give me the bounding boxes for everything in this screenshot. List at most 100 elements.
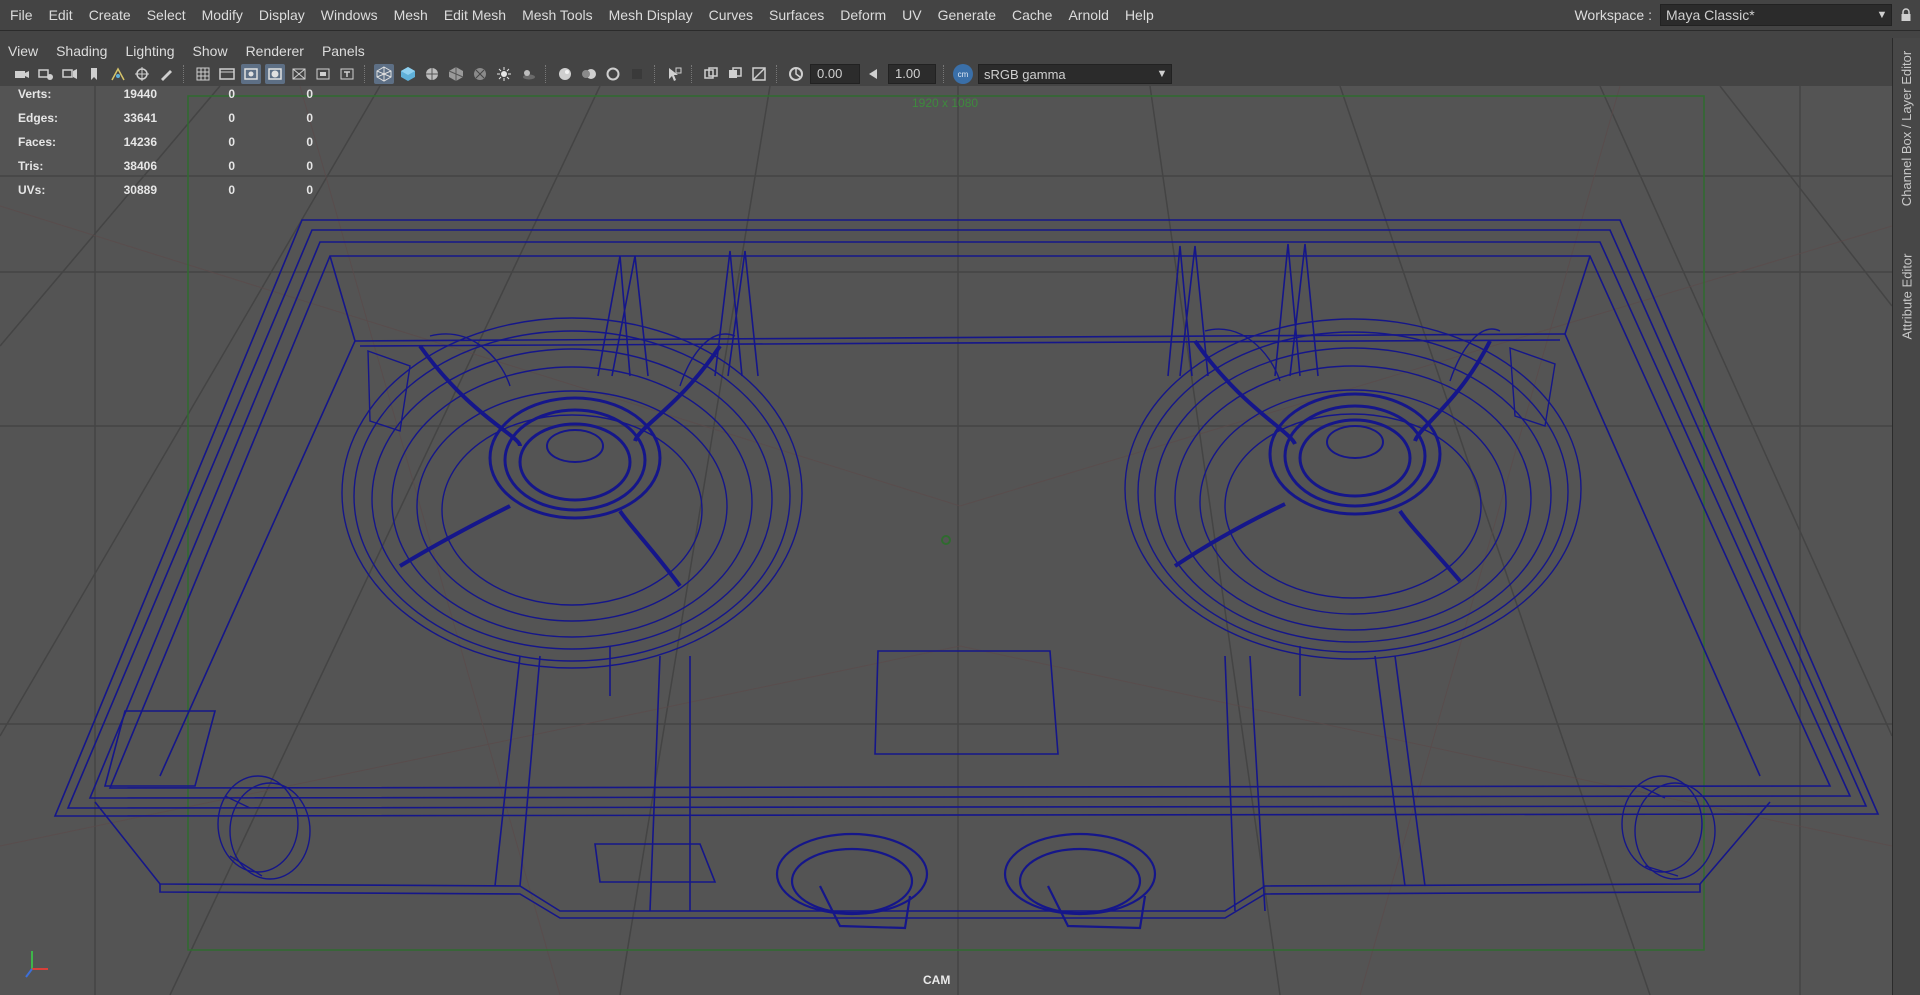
- exposure-field[interactable]: 0.00: [810, 64, 860, 84]
- hud-label: Faces:: [18, 135, 57, 149]
- menu-deform[interactable]: Deform: [832, 0, 894, 30]
- menu-surfaces[interactable]: Surfaces: [761, 0, 832, 30]
- gamma-field[interactable]: 1.00: [888, 64, 936, 84]
- menu-help[interactable]: Help: [1117, 0, 1162, 30]
- menu-create[interactable]: Create: [81, 0, 139, 30]
- exposure-icon[interactable]: [786, 64, 806, 84]
- chevron-down-icon: ▼: [1876, 9, 1888, 21]
- gamma-icon[interactable]: [864, 64, 884, 84]
- grid-icon[interactable]: [193, 64, 213, 84]
- depth-of-field-icon[interactable]: [627, 64, 647, 84]
- camera-icon[interactable]: [12, 64, 32, 84]
- 2d-pan-zoom-icon[interactable]: [132, 64, 152, 84]
- panel-menu-renderer[interactable]: Renderer: [237, 38, 313, 64]
- attribute-editor-tab[interactable]: Attribute Editor: [1893, 234, 1920, 358]
- hud-value-component: 0: [306, 135, 313, 149]
- toolbar-separator: [654, 65, 657, 83]
- bookmark-camera-icon[interactable]: [60, 64, 80, 84]
- main-menus: File Edit Create Select Modify Display W…: [0, 0, 1162, 30]
- knobs-wireframe: [217, 775, 1716, 930]
- toolbar-separator: [364, 65, 367, 83]
- workspace-label: Workspace :: [1574, 7, 1652, 23]
- lock-icon[interactable]: [1892, 0, 1920, 30]
- textured-icon[interactable]: [446, 64, 466, 84]
- hud-value-selected: 0: [228, 135, 235, 149]
- resolution-gate-icon[interactable]: [241, 64, 261, 84]
- perspective-viewport[interactable]: Verts: 19440 0 0 Edges: 33641 0 0 Faces:…: [0, 86, 1892, 995]
- motion-blur-icon[interactable]: [579, 64, 599, 84]
- isolate-select-icon[interactable]: [664, 64, 684, 84]
- menu-generate[interactable]: Generate: [930, 0, 1004, 30]
- xray-icon[interactable]: [701, 64, 721, 84]
- menu-cache[interactable]: Cache: [1004, 0, 1060, 30]
- menu-arnold[interactable]: Arnold: [1060, 0, 1116, 30]
- panel-menu-bar: View Shading Lighting Show Renderer Pane…: [0, 38, 1892, 64]
- gate-mask-icon[interactable]: [265, 64, 285, 84]
- grease-pencil-icon[interactable]: [156, 64, 176, 84]
- wireframe-icon[interactable]: [374, 64, 394, 84]
- menu-edit[interactable]: Edit: [41, 0, 81, 30]
- view-transform-value: sRGB gamma: [984, 66, 1066, 82]
- menu-mesh-display[interactable]: Mesh Display: [601, 0, 701, 30]
- menu-curves[interactable]: Curves: [701, 0, 761, 30]
- right-side-tabs: Channel Box / Layer Editor Attribute Edi…: [1892, 38, 1920, 995]
- field-chart-icon[interactable]: [289, 64, 309, 84]
- menu-display[interactable]: Display: [251, 0, 313, 30]
- toolbar-separator: [691, 65, 694, 83]
- hud-value-object: 19440: [123, 87, 157, 101]
- left-burner-wireframe: [341, 317, 803, 669]
- menu-uv[interactable]: UV: [894, 0, 929, 30]
- hud-value-object: 38406: [123, 159, 157, 173]
- xray-joints-icon[interactable]: [725, 64, 745, 84]
- pivot-marker: [941, 535, 951, 545]
- wireframe-on-shaded-icon[interactable]: [422, 64, 442, 84]
- hud-value-selected: 0: [228, 111, 235, 125]
- hud-label: UVs:: [18, 183, 46, 197]
- image-plane-icon[interactable]: [108, 64, 128, 84]
- workspace-value: Maya Classic*: [1666, 7, 1755, 23]
- use-all-lights-icon[interactable]: [470, 64, 490, 84]
- film-gate-icon[interactable]: [217, 64, 237, 84]
- menu-edit-mesh[interactable]: Edit Mesh: [436, 0, 514, 30]
- menu-windows[interactable]: Windows: [313, 0, 386, 30]
- panel-menu-lighting[interactable]: Lighting: [116, 38, 183, 64]
- workspace-dropdown[interactable]: Maya Classic* ▼: [1660, 4, 1892, 26]
- safe-action-icon[interactable]: [313, 64, 333, 84]
- channel-box-tab[interactable]: Channel Box / Layer Editor: [1893, 38, 1920, 218]
- hud-value-object: 30889: [123, 183, 157, 197]
- menu-modify[interactable]: Modify: [194, 0, 251, 30]
- safe-title-icon[interactable]: [337, 64, 357, 84]
- resolution-gate: [187, 95, 1705, 951]
- faint-grid-diagonals: [0, 86, 1892, 995]
- hud-value-selected: 0: [228, 159, 235, 173]
- panel-menu-show[interactable]: Show: [184, 38, 237, 64]
- color-management-icon[interactable]: cm: [953, 64, 973, 84]
- hud-value-object: 33641: [123, 111, 157, 125]
- attribute-editor-tab-label: Attribute Editor: [1899, 253, 1915, 339]
- hud-value-object: 14236: [123, 135, 157, 149]
- wireframe-scene[interactable]: [0, 86, 1892, 995]
- panel-menu-shading[interactable]: Shading: [47, 38, 116, 64]
- multisample-aa-icon[interactable]: [603, 64, 623, 84]
- menu-mesh[interactable]: Mesh: [386, 0, 436, 30]
- light-icon[interactable]: [494, 64, 514, 84]
- toolbar-separator: [545, 65, 548, 83]
- hud-value-component: 0: [306, 183, 313, 197]
- panel-menu-view[interactable]: View: [0, 38, 47, 64]
- screen-space-ao-icon[interactable]: [555, 64, 575, 84]
- hud-value-selected: 0: [228, 87, 235, 101]
- hud-label: Verts:: [18, 87, 52, 101]
- backface-culling-icon[interactable]: [749, 64, 769, 84]
- panel-menu-panels[interactable]: Panels: [313, 38, 374, 64]
- hud-value-component: 0: [306, 87, 313, 101]
- main-menu-bar: File Edit Create Select Modify Display W…: [0, 0, 1920, 31]
- camera-attributes-icon[interactable]: [36, 64, 56, 84]
- bookmark-icon[interactable]: [84, 64, 104, 84]
- smooth-shade-icon[interactable]: [398, 64, 418, 84]
- menu-select[interactable]: Select: [139, 0, 194, 30]
- view-transform-dropdown[interactable]: sRGB gamma ▼: [978, 64, 1172, 84]
- menu-file[interactable]: File: [2, 0, 41, 30]
- chevron-down-icon: ▼: [1156, 68, 1168, 80]
- menu-mesh-tools[interactable]: Mesh Tools: [514, 0, 601, 30]
- shadows-icon[interactable]: [518, 64, 538, 84]
